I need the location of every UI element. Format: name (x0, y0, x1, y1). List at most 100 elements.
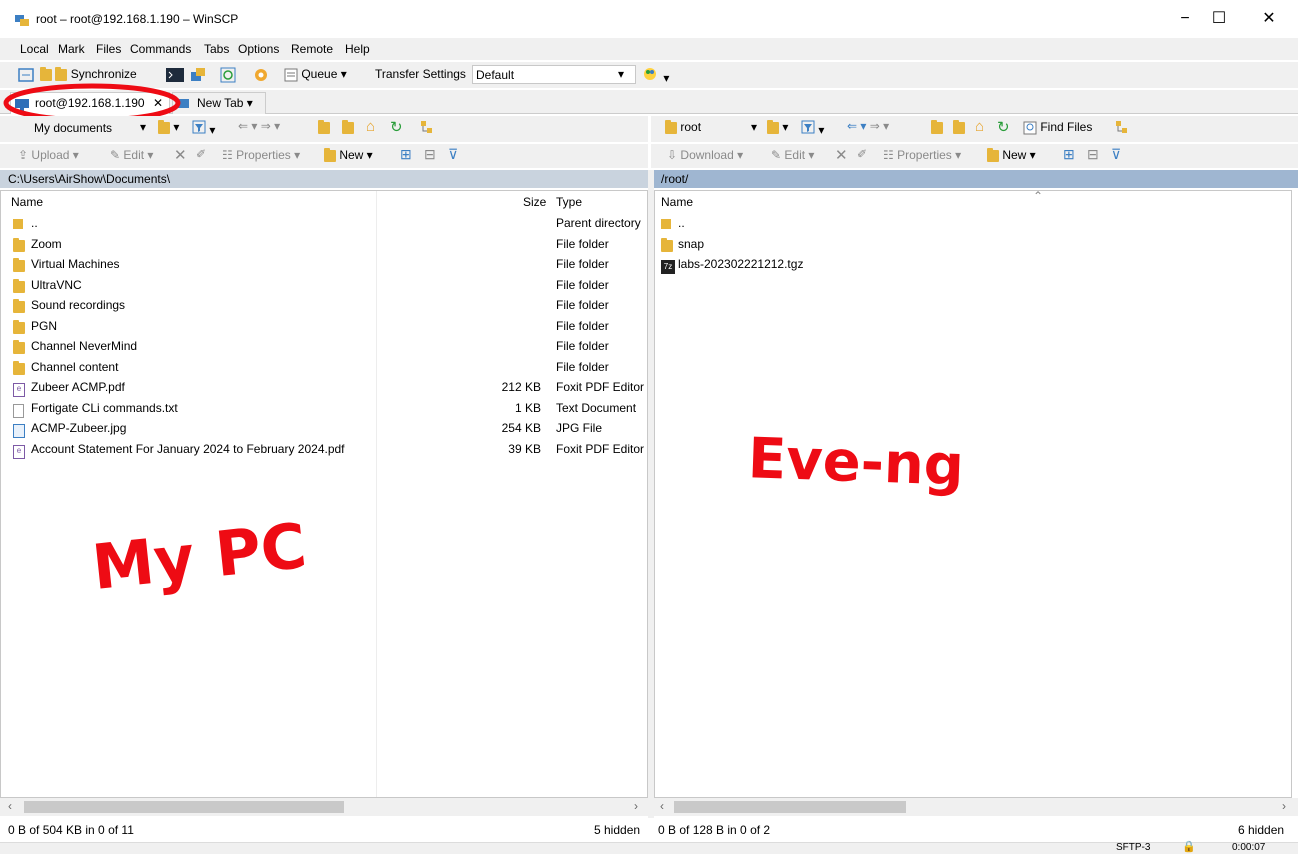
tree-view-icon[interactable] (420, 120, 434, 137)
file-name: labs-202302221212.tgz (678, 257, 804, 271)
column-header-name[interactable]: Name (11, 195, 43, 209)
select-minus-icon[interactable]: ⊟ (1087, 146, 1099, 163)
new-button[interactable]: New ▾ (324, 147, 373, 162)
upload-icon: ⇪ (18, 148, 29, 162)
scroll-right-icon[interactable]: › (634, 799, 638, 813)
back-arrow-icon[interactable]: ⇐ ▾ ⇒ ▾ (847, 119, 889, 133)
menu-tabs[interactable]: Tabs (204, 42, 229, 56)
scroll-thumb[interactable] (674, 801, 906, 813)
scroll-right-icon[interactable]: › (1282, 799, 1286, 813)
table-row[interactable]: 7z labs-202302221212.tgz (655, 254, 1291, 274)
table-row[interactable]: e Account Statement For January 2024 to F… (1, 439, 647, 459)
chevron-down-icon[interactable]: ▾ (140, 120, 146, 134)
panel-splitter[interactable] (648, 170, 654, 818)
right-panel-toolbar: root ▾ ▾ ▾ ⇐ ▾ ⇒ ▾ ⌂ ↻ Find Files (651, 116, 1298, 142)
putty-icon[interactable] (190, 67, 206, 86)
table-row[interactable]: UltraVNC File folder (1, 275, 647, 295)
column-header-type[interactable]: Type (556, 195, 582, 209)
select-all-icon[interactable]: ⊽ (448, 146, 458, 163)
table-row[interactable]: ACMP-Zubeer.jpg 254 KB JPG File (1, 418, 647, 438)
remote-hidden-count[interactable]: 6 hidden (1238, 823, 1284, 837)
column-header-name[interactable]: Name (661, 195, 693, 209)
menu-options[interactable]: Options (238, 42, 279, 56)
local-horizontal-scrollbar[interactable]: ‹ › (0, 798, 648, 816)
select-plus-icon[interactable]: ⊞ (400, 146, 412, 163)
scroll-thumb[interactable] (24, 801, 344, 813)
table-row[interactable]: .. Parent directory (1, 213, 647, 233)
remote-horizontal-scrollbar[interactable]: ‹ › (654, 798, 1298, 816)
local-file-list[interactable]: Name Size Type .. Parent directory Zoom Fil… (0, 190, 648, 798)
open-folder-icon[interactable]: ▾ (767, 119, 788, 134)
menu-commands[interactable]: Commands (130, 42, 191, 56)
text-file-icon (13, 403, 24, 418)
select-plus-icon[interactable]: ⊞ (1063, 146, 1075, 163)
parent-folder-icon[interactable] (318, 119, 330, 134)
synchronize-button[interactable]: Synchronize (40, 66, 137, 81)
file-size: 1 KB (514, 400, 541, 415)
file-type: Foxit PDF Editor (556, 441, 645, 456)
back-arrow-icon[interactable]: ⇐ ▾ ⇒ ▾ (238, 119, 280, 133)
remote-file-list[interactable]: Name ⌃ .. snap 7z labs-202302221212.tgz (654, 190, 1292, 798)
table-row[interactable]: Virtual Machines File folder (1, 254, 647, 274)
transfer-settings-select[interactable]: Default ▾ (472, 65, 636, 84)
root-folder-icon[interactable] (342, 119, 354, 134)
table-row[interactable]: Channel NeverMind File folder (1, 336, 647, 356)
chevron-down-icon[interactable]: ▾ (751, 120, 757, 134)
column-header-size[interactable]: Size (523, 195, 546, 209)
open-folder-icon[interactable]: ▾ (158, 119, 179, 134)
tree-view-icon[interactable] (1115, 120, 1129, 137)
edit-icon: ✎ (771, 148, 782, 162)
scroll-left-icon[interactable]: ‹ (8, 799, 12, 813)
edit-button[interactable]: ✎ Edit ▾ (110, 148, 153, 162)
menu-remote[interactable]: Remote (291, 42, 333, 56)
find-files-button[interactable]: Find Files (1023, 120, 1092, 135)
table-row[interactable]: Sound recordings File folder (1, 295, 647, 315)
menu-files[interactable]: Files (96, 42, 121, 56)
select-minus-icon[interactable]: ⊟ (424, 146, 436, 163)
home-icon[interactable]: ⌂ (975, 118, 984, 135)
download-button[interactable]: ⇩ Download ▾ (667, 148, 743, 162)
left-actions-toolbar: ⇪ Upload ▾ ✎ Edit ▾ ✕ ✐ ☷ Properties ▾ N… (0, 144, 648, 168)
table-row[interactable]: .. (655, 213, 1291, 233)
table-row[interactable]: Channel content File folder (1, 357, 647, 377)
forward-arrow-icon[interactable]: ⇒ ▾ (870, 119, 889, 133)
menu-local[interactable]: Local (20, 42, 49, 56)
queue-button[interactable]: Queue ▾ (284, 67, 347, 82)
filter-icon[interactable]: ▾ (801, 120, 824, 137)
upload-button[interactable]: ⇪ Upload ▾ (18, 148, 79, 162)
table-row[interactable]: Zoom File folder (1, 234, 647, 254)
table-row[interactable]: Fortigate CLi commands.txt 1 KB Text Docum… (1, 398, 647, 418)
properties-button[interactable]: ☷ Properties ▾ (883, 148, 961, 162)
rename-icon[interactable]: ✐ (857, 147, 867, 161)
table-row[interactable]: e Zubeer ACMP.pdf 212 KB Foxit PDF Editor (1, 377, 647, 397)
local-location-select[interactable]: My documents (34, 121, 112, 135)
new-button[interactable]: New ▾ (987, 147, 1036, 162)
root-folder-icon[interactable] (953, 119, 965, 134)
delete-icon[interactable]: ✕ (174, 146, 187, 164)
refresh-icon[interactable] (220, 67, 236, 86)
close-button[interactable]: ✕ (1246, 8, 1292, 32)
home-icon[interactable]: ⌂ (366, 118, 375, 135)
filter-icon[interactable]: ▾ (192, 120, 215, 137)
color-palette-icon[interactable]: ▾ (642, 66, 669, 85)
refresh-icon[interactable]: ↻ (997, 118, 1010, 136)
menu-mark[interactable]: Mark (58, 42, 85, 56)
local-hidden-count[interactable]: 5 hidden (594, 823, 640, 837)
remote-path-bar[interactable]: /root/ (653, 170, 1298, 188)
select-all-icon[interactable]: ⊽ (1111, 146, 1121, 163)
preferences-gear-icon[interactable] (252, 66, 270, 87)
local-path-bar[interactable]: C:\Users\AirShow\Documents\ (0, 170, 648, 188)
table-row[interactable]: snap (655, 234, 1291, 254)
properties-button[interactable]: ☷ Properties ▾ (222, 148, 300, 162)
refresh-icon[interactable]: ↻ (390, 118, 403, 136)
parent-folder-icon[interactable] (931, 119, 943, 134)
rename-icon[interactable]: ✐ (196, 147, 206, 161)
menu-help[interactable]: Help (345, 42, 370, 56)
remote-location-select[interactable]: root (665, 119, 701, 134)
edit-button[interactable]: ✎ Edit ▾ (771, 148, 814, 162)
pdf-file-icon: e (13, 383, 25, 397)
maximize-button[interactable]: ☐ (1196, 8, 1242, 32)
table-row[interactable]: PGN File folder (1, 316, 647, 336)
delete-icon[interactable]: ✕ (835, 146, 848, 164)
scroll-left-icon[interactable]: ‹ (660, 799, 664, 813)
